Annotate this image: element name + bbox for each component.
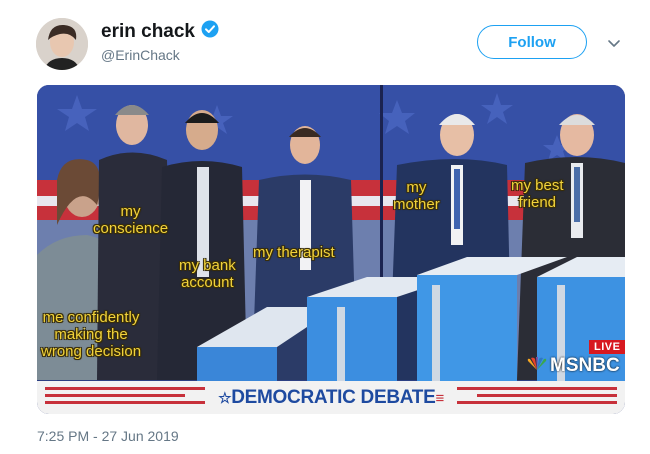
caption-bank-account: my bank account bbox=[179, 257, 236, 291]
caption-best-friend: my best friend bbox=[511, 177, 564, 211]
avatar[interactable] bbox=[36, 18, 88, 70]
debate-banner: ☆DEMOCRATIC DEBATE≡ bbox=[37, 381, 625, 414]
tweet-image[interactable]: my conscience my bank account my therapi… bbox=[37, 85, 625, 414]
network-label: MSNBC bbox=[550, 355, 620, 376]
tweet-timestamp[interactable]: 7:25 PM - 27 Jun 2019 bbox=[37, 428, 179, 444]
verified-badge-icon bbox=[201, 20, 219, 44]
caption-conscience: my conscience bbox=[93, 203, 169, 237]
author-name-row: erin chack bbox=[101, 20, 219, 44]
star-icon: ☆ bbox=[218, 390, 232, 407]
author-display-name[interactable]: erin chack bbox=[101, 21, 195, 43]
author-handle[interactable]: @ErinChack bbox=[101, 47, 180, 63]
caption-wrong-decision: me confidently making the wrong decision bbox=[41, 309, 142, 360]
caption-therapist: my therapist bbox=[253, 244, 335, 261]
debate-banner-text: DEMOCRATIC DEBATE bbox=[231, 387, 436, 408]
network-logo: MSNBC bbox=[526, 355, 620, 377]
live-badge: LIVE bbox=[589, 340, 625, 354]
chevron-down-icon[interactable] bbox=[604, 33, 624, 53]
follow-button[interactable]: Follow bbox=[477, 25, 587, 59]
peacock-icon bbox=[526, 355, 548, 377]
caption-mother: my mother bbox=[393, 179, 440, 213]
stripes-icon: ≡ bbox=[435, 390, 444, 407]
